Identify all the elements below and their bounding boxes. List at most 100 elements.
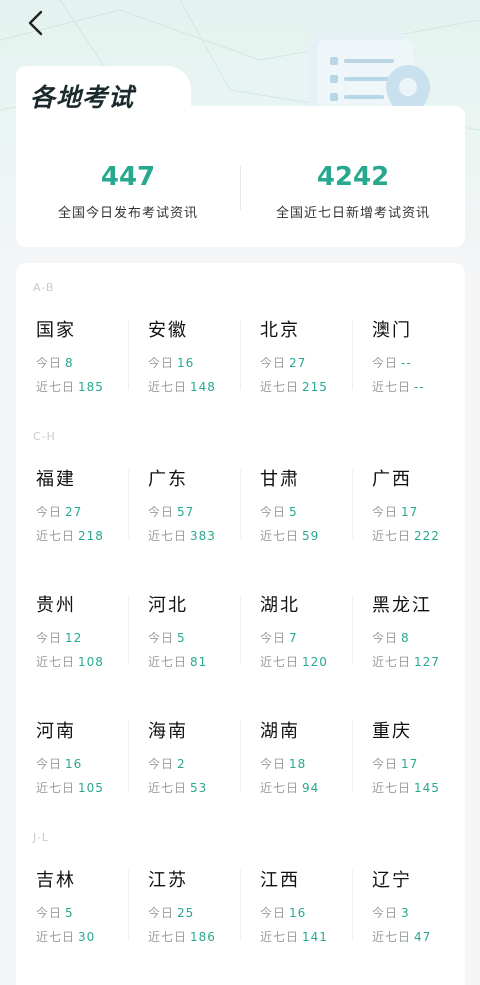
region-item[interactable]: 福建 今日 27 近七日 218	[16, 465, 128, 565]
region-item[interactable]: 吉林 今日 5 近七日 30	[16, 866, 128, 966]
week-value: --	[414, 380, 425, 394]
today-value: 8	[401, 631, 410, 645]
region-name: 湖南	[260, 721, 300, 742]
week-label: 近七日	[372, 781, 412, 795]
region-name: 甘肃	[260, 469, 300, 490]
region-item[interactable]: 澳门 今日 -- 近七日 --	[352, 316, 464, 416]
group-label: J-L	[33, 831, 49, 844]
week-label: 近七日	[36, 655, 76, 669]
today-value: --	[401, 356, 412, 370]
week-label: 近七日	[372, 655, 412, 669]
today-row: 今日 2	[148, 755, 186, 772]
region-item[interactable]: 湖南 今日 18 近七日 94	[240, 717, 352, 817]
region-name: 广东	[148, 469, 188, 490]
today-value: 8	[65, 356, 74, 370]
region-item[interactable]: 贵州 今日 12 近七日 108	[16, 591, 128, 691]
today-count: 447	[100, 162, 156, 192]
week-value: 59	[302, 529, 320, 543]
region-name: 重庆	[372, 721, 412, 742]
today-label: 今日	[260, 757, 287, 771]
week-value: 141	[302, 930, 328, 944]
region-item[interactable]: 国家 今日 8 近七日 185	[16, 316, 128, 416]
column-divider	[352, 320, 353, 390]
today-label: 今日	[148, 356, 175, 370]
today-label: 今日	[372, 906, 399, 920]
region-item[interactable]: 海南今日 2 近七日 53	[128, 717, 240, 817]
today-value: 16	[65, 757, 83, 771]
week-row: 近七日 105	[36, 779, 104, 796]
today-value: 12	[65, 631, 83, 645]
region-item[interactable]: 重庆今日 17 近七日 145	[352, 717, 464, 817]
region-item[interactable]: 黑龙江 今日 8 近七日 127	[352, 591, 464, 691]
week-label: 全国近七日新增考试资讯	[275, 206, 430, 221]
region-item[interactable]: 北京 今日 27 近七日 215	[240, 316, 352, 416]
region-name: 吉林	[36, 870, 76, 891]
column-divider	[128, 721, 129, 791]
week-label: 近七日	[372, 529, 412, 543]
region-item[interactable]: 甘肃今日 5 近七日 59	[240, 465, 352, 565]
region-item[interactable]: 广东 今日 57 近七日 383	[128, 465, 240, 565]
region-item[interactable]: 江苏 今日 25 近七日 186	[128, 866, 240, 966]
week-row: 近七日 383	[148, 527, 216, 544]
region-item[interactable]: 湖北 今日 7 近七日 120	[240, 591, 352, 691]
week-value: 215	[302, 380, 328, 394]
today-row: 今日 27	[36, 503, 82, 520]
week-row: 近七日 141	[260, 928, 328, 945]
today-stat[interactable]: 447 全国今日发布考试资讯	[16, 162, 240, 221]
today-label: 今日	[260, 906, 287, 920]
week-stat[interactable]: 4242 全国近七日新增考试资讯	[241, 162, 465, 221]
today-row: 今日 17	[372, 755, 418, 772]
week-label: 近七日	[260, 930, 300, 944]
region-name: 贵州	[36, 595, 76, 616]
week-value: 127	[414, 655, 440, 669]
region-name: 国家	[36, 320, 76, 341]
region-item[interactable]: 辽宁 今日 3 近七日 47	[352, 866, 464, 966]
today-label: 今日	[372, 505, 399, 519]
region-name: 海南	[148, 721, 188, 742]
page-title: 各地考试	[30, 83, 135, 112]
today-label: 今日	[148, 631, 175, 645]
region-item[interactable]: 河北 今日 5 近七日 81	[128, 591, 240, 691]
week-value: 94	[302, 781, 320, 795]
back-button[interactable]	[20, 8, 50, 38]
today-row: 今日 5	[260, 503, 298, 520]
region-name: 澳门	[372, 320, 412, 341]
today-label: 今日	[36, 906, 63, 920]
week-value: 120	[302, 655, 328, 669]
week-count: 4242	[316, 162, 390, 192]
region-item[interactable]: 安徽今日 16 近七日 148	[128, 316, 240, 416]
week-label: 近七日	[260, 529, 300, 543]
today-row: 今日 5	[36, 904, 74, 921]
week-value: 30	[78, 930, 96, 944]
today-value: 27	[289, 356, 307, 370]
column-divider	[240, 469, 241, 539]
week-value: 222	[414, 529, 440, 543]
today-value: 27	[65, 505, 83, 519]
region-name: 安徽	[148, 320, 188, 341]
region-item[interactable]: 河南 今日 16 近七日 105	[16, 717, 128, 817]
week-value: 148	[190, 380, 216, 394]
today-label: 今日	[148, 505, 175, 519]
today-value: 5	[65, 906, 74, 920]
today-label: 全国今日发布考试资讯	[57, 206, 198, 221]
week-label: 近七日	[148, 930, 188, 944]
today-row: 今日 16	[36, 755, 82, 772]
week-value: 108	[78, 655, 104, 669]
summary-card: 各地考试 447 全国今日发布考试资讯 4242 全国近七日新增考试资讯	[16, 66, 465, 247]
today-label: 今日	[260, 631, 287, 645]
week-label: 近七日	[148, 380, 188, 394]
region-item[interactable]: 江西 今日 16 近七日 141	[240, 866, 352, 966]
week-value: 145	[414, 781, 440, 795]
region-name: 黑龙江	[372, 595, 432, 616]
week-value: 53	[190, 781, 208, 795]
week-row: 近七日 53	[148, 779, 207, 796]
week-row: 近七日 81	[148, 653, 207, 670]
today-row: 今日 16	[148, 354, 194, 371]
region-name: 辽宁	[372, 870, 412, 891]
week-row: 近七日 186	[148, 928, 216, 945]
group-label: C-H	[33, 430, 56, 443]
region-item[interactable]: 广西 今日 17 近七日 222	[352, 465, 464, 565]
week-row: 近七日 59	[260, 527, 319, 544]
region-name: 湖北	[260, 595, 300, 616]
week-row: 近七日 218	[36, 527, 104, 544]
